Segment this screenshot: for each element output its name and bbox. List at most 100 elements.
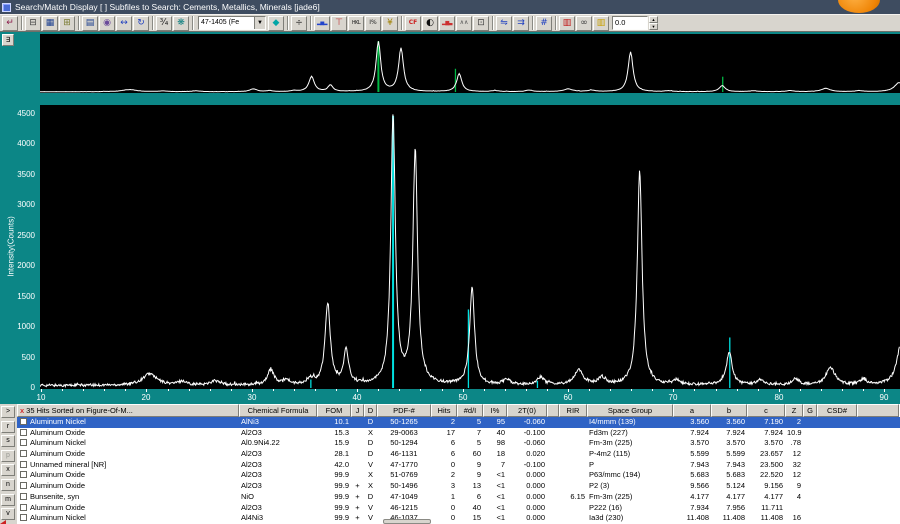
- weight-infinity-button[interactable]: ∞: [576, 16, 592, 31]
- table-tool-r-button[interactable]: r: [1, 421, 15, 433]
- x-tick-mark: [252, 389, 253, 392]
- column-header-j[interactable]: J: [351, 404, 364, 417]
- overview-handle-button[interactable]: ∃: [2, 34, 14, 46]
- row-checkbox[interactable]: [20, 429, 27, 436]
- column-header-i-[interactable]: I%: [483, 404, 507, 417]
- table-tool->-button[interactable]: >: [1, 406, 15, 418]
- chevron-down-icon[interactable]: ▼: [254, 17, 265, 29]
- row-checkbox[interactable]: [20, 482, 27, 489]
- peak-id-button[interactable]: ⊤: [331, 16, 347, 31]
- row-checkbox[interactable]: [20, 418, 27, 425]
- table-tool-p-button[interactable]: p: [1, 450, 15, 462]
- print-report-button[interactable]: ⊞: [59, 16, 75, 31]
- row-checkbox[interactable]: [20, 504, 27, 511]
- table-row[interactable]: Aluminum NickelAlNi310.1D50-12652595-0.0…: [17, 417, 900, 428]
- column-header-c[interactable]: c: [747, 404, 785, 417]
- column-header-g[interactable]: G: [803, 404, 817, 417]
- table-row[interactable]: Aluminum OxideAl2O399.9X51-076929<10.000…: [17, 470, 900, 481]
- row-checkbox[interactable]: [20, 461, 27, 468]
- intensity-percent-button[interactable]: I%: [365, 16, 381, 31]
- column-header-blank[interactable]: [857, 404, 899, 417]
- cell: 9.566: [673, 481, 711, 492]
- color-peaks-button[interactable]: ▂▆▃: [439, 16, 455, 31]
- column-header-space-group[interactable]: Space Group: [587, 404, 673, 417]
- hkl-button[interactable]: HKL: [348, 16, 364, 31]
- print-button[interactable]: ⊟: [25, 16, 41, 31]
- column-header-chemical-formula[interactable]: Chemical Formula: [239, 404, 317, 417]
- cell: 7.943: [673, 460, 711, 471]
- cell: D: [364, 492, 377, 503]
- table-tool-n-button[interactable]: n: [1, 479, 15, 491]
- table-row[interactable]: Aluminum NickelAl4Ni399.9+V46-1037015<10…: [17, 513, 900, 524]
- main-chart[interactable]: [40, 105, 900, 389]
- cell: 5.124: [711, 481, 747, 492]
- yellow-bars-button[interactable]: ▥: [593, 16, 609, 31]
- cell: [547, 503, 559, 514]
- cell: 7.924: [673, 428, 711, 439]
- column-header-z[interactable]: Z: [785, 404, 803, 417]
- toolbar-separator: [152, 16, 154, 30]
- column-header-hits[interactable]: Hits: [431, 404, 457, 417]
- table-row[interactable]: Aluminum OxideAl2O328.1D46-1131660180.02…: [17, 449, 900, 460]
- row-checkbox[interactable]: [20, 493, 27, 500]
- gem-button[interactable]: ◆: [268, 16, 284, 31]
- overview-chart[interactable]: [40, 34, 900, 93]
- fraction-button[interactable]: ¾: [156, 16, 172, 31]
- offset-input[interactable]: 0.0: [612, 16, 648, 30]
- profile-button[interactable]: ∧∧: [456, 16, 472, 31]
- peaks-button[interactable]: ▂▅▂: [314, 16, 330, 31]
- number-button[interactable]: #: [536, 16, 552, 31]
- save-button[interactable]: ▦: [42, 16, 58, 31]
- column-header-a[interactable]: a: [673, 404, 711, 417]
- x-tick-mark: [863, 389, 864, 391]
- column-header-pdf-[interactable]: PDF-#: [377, 404, 431, 417]
- pan-horizontal-button[interactable]: ↔: [116, 16, 132, 31]
- palette-button[interactable]: ❋: [173, 16, 189, 31]
- capture-button[interactable]: ◉: [99, 16, 115, 31]
- red-bars-button[interactable]: ▥: [559, 16, 575, 31]
- cf-button[interactable]: CF: [405, 16, 421, 31]
- cell: 16: [785, 513, 803, 524]
- table-tool-v-button[interactable]: v: [1, 508, 15, 520]
- spin-down-button[interactable]: ▼: [649, 23, 658, 30]
- search-match-window: Search/Match Display [ ] Subfiles to Sea…: [0, 0, 900, 524]
- table-row[interactable]: Aluminum OxideAl2O315.3X29-006317740-0.1…: [17, 428, 900, 439]
- cell: D: [364, 417, 377, 428]
- refresh-button[interactable]: ↻: [133, 16, 149, 31]
- column-header-blank[interactable]: [547, 404, 559, 417]
- row-checkbox[interactable]: [20, 439, 27, 446]
- column-header-35-hits-sorted-on-figure-of-m-[interactable]: x35 Hits Sorted on Figure-Of-M...: [17, 404, 239, 417]
- x-tick-mark: [210, 389, 211, 391]
- row-checkbox[interactable]: [20, 450, 27, 457]
- contrast-button[interactable]: ◐: [422, 16, 438, 31]
- hscroll-thumb[interactable]: [383, 519, 431, 524]
- monitor-button[interactable]: ⊡: [473, 16, 489, 31]
- table-row[interactable]: Bunsenite, synNiO99.9+D47-104916<10.0006…: [17, 492, 900, 503]
- column-header-b[interactable]: b: [711, 404, 747, 417]
- table-row[interactable]: Aluminum OxideAl2O399.9+X50-1496313<10.0…: [17, 481, 900, 492]
- cell: 11.711: [747, 503, 785, 514]
- apply-button[interactable]: ↵: [2, 16, 18, 31]
- x-tick-mark: [505, 389, 506, 391]
- column-header-csd-[interactable]: CSD#: [817, 404, 857, 417]
- table-row[interactable]: Aluminum NickelAl0.9Ni4.2215.9D50-129465…: [17, 438, 900, 449]
- table-tool-m-button[interactable]: m: [1, 494, 15, 506]
- table-row[interactable]: Unnamed mineral [NR]Al2O342.0V47-1770097…: [17, 460, 900, 471]
- column-header-d[interactable]: D: [364, 404, 377, 417]
- table-tool-s-button[interactable]: s: [1, 435, 15, 447]
- column-header-fom[interactable]: FOM: [317, 404, 351, 417]
- table-tool-x-button[interactable]: x: [1, 464, 15, 476]
- sets-button[interactable]: ¥: [382, 16, 398, 31]
- column-header-2t-0-[interactable]: 2T(0): [507, 404, 547, 417]
- table-row[interactable]: Aluminum OxideAl2O399.9+V46-1215040<10.0…: [17, 503, 900, 514]
- column-header-rir[interactable]: RIR: [559, 404, 587, 417]
- row-checkbox[interactable]: [20, 471, 27, 478]
- spin-up-button[interactable]: ▲: [649, 16, 658, 23]
- expand-right-button[interactable]: ⇉: [513, 16, 529, 31]
- pdf-select[interactable]: 47-1405 (Fe▼: [198, 16, 266, 30]
- column-header--d-i[interactable]: #d/I: [457, 404, 483, 417]
- spin-divide-button[interactable]: ÷: [291, 16, 307, 31]
- row-checkbox[interactable]: [20, 514, 27, 521]
- report-button[interactable]: ▤: [82, 16, 98, 31]
- expand-left-button[interactable]: ⇋: [496, 16, 512, 31]
